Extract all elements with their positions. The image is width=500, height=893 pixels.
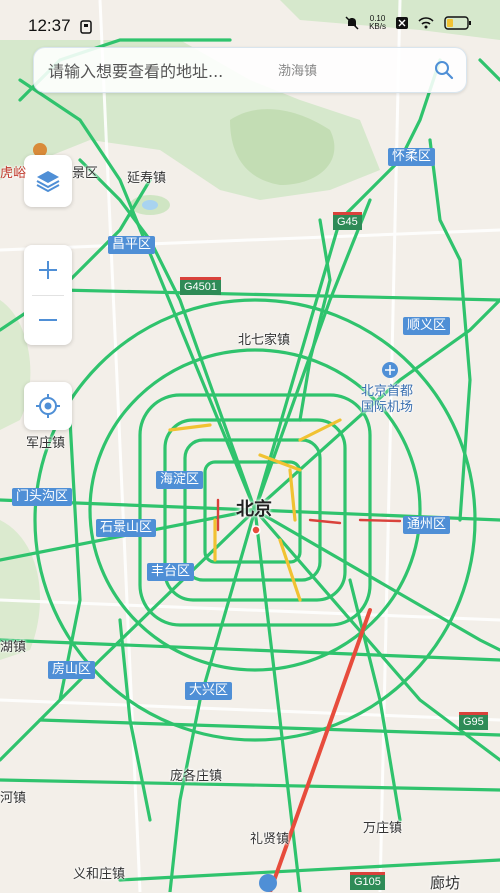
place-airport[interactable]: 北京首都 国际机场 bbox=[361, 384, 413, 416]
district-shijingshan[interactable]: 石景山区 bbox=[96, 519, 157, 537]
place-hu[interactable]: 虎峪 bbox=[0, 162, 26, 181]
place-lixian[interactable]: 礼贤镇 bbox=[250, 828, 289, 847]
place-wanzhuang[interactable]: 万庄镇 bbox=[363, 817, 402, 836]
district-shunyi[interactable]: 顺义区 bbox=[403, 317, 451, 335]
district-daxing[interactable]: 大兴区 bbox=[185, 682, 233, 700]
status-time: 12:37 bbox=[28, 16, 71, 35]
layers-icon bbox=[36, 171, 60, 193]
district-changping[interactable]: 昌平区 bbox=[108, 236, 156, 254]
place-zhuangzhen[interactable]: 军庄镇 bbox=[26, 432, 65, 451]
water-area bbox=[142, 200, 158, 210]
district-fangshan[interactable]: 房山区 bbox=[48, 661, 96, 679]
place-he[interactable]: 河镇 bbox=[0, 787, 26, 806]
sim-icon bbox=[80, 20, 92, 34]
district-tongzhou[interactable]: 通州区 bbox=[403, 516, 451, 534]
mute-icon bbox=[345, 16, 359, 30]
district-huairou[interactable]: 怀柔区 bbox=[388, 148, 436, 166]
airport-icon bbox=[259, 874, 277, 892]
search-bar[interactable]: 渤海镇 bbox=[33, 47, 467, 93]
battery-icon bbox=[444, 16, 471, 30]
highway-g95[interactable]: G95 bbox=[459, 712, 488, 730]
wifi-icon bbox=[418, 17, 434, 29]
district-fengtai[interactable]: 丰台区 bbox=[147, 563, 195, 581]
status-bar: 12:37 0.10 KB/s bbox=[0, 0, 500, 40]
highway-g4501[interactable]: G4501 bbox=[180, 277, 222, 295]
highway-g45[interactable]: G45 bbox=[333, 212, 362, 230]
place-yanshou[interactable]: 延寿镇 bbox=[127, 167, 166, 186]
notification-icon bbox=[396, 17, 408, 29]
net-speed: 0.10 KB/s bbox=[369, 14, 386, 31]
zoom-in-button[interactable] bbox=[24, 245, 72, 295]
place-huzhen[interactable]: 湖镇 bbox=[0, 636, 26, 655]
district-mentougou[interactable]: 门头沟区 bbox=[12, 488, 73, 506]
hint-place-label: 渤海镇 bbox=[278, 64, 318, 79]
zoom-controls bbox=[24, 245, 72, 345]
layers-button[interactable] bbox=[24, 155, 72, 207]
locate-icon bbox=[36, 394, 60, 418]
city-label[interactable]: 北京 bbox=[236, 495, 272, 521]
place-beiqijia[interactable]: 北七家镇 bbox=[238, 329, 290, 348]
search-icon[interactable] bbox=[432, 58, 456, 82]
place-jingqu[interactable]: 景区 bbox=[72, 162, 98, 181]
district-haidian[interactable]: 海淀区 bbox=[156, 471, 204, 489]
place-yiheizhuang[interactable]: 义和庄镇 bbox=[73, 863, 125, 882]
minus-icon bbox=[39, 319, 57, 321]
plus-icon bbox=[39, 261, 57, 279]
place-langfang[interactable]: 廊坊 bbox=[430, 872, 460, 893]
zoom-out-button[interactable] bbox=[24, 295, 72, 345]
search-input[interactable] bbox=[46, 57, 430, 85]
place-panggezhuang[interactable]: 庞各庄镇 bbox=[170, 765, 222, 784]
map-canvas[interactable] bbox=[0, 0, 500, 892]
city-center-marker bbox=[251, 525, 261, 535]
highway-g105[interactable]: G105 bbox=[350, 872, 385, 890]
locate-button[interactable] bbox=[24, 382, 72, 430]
